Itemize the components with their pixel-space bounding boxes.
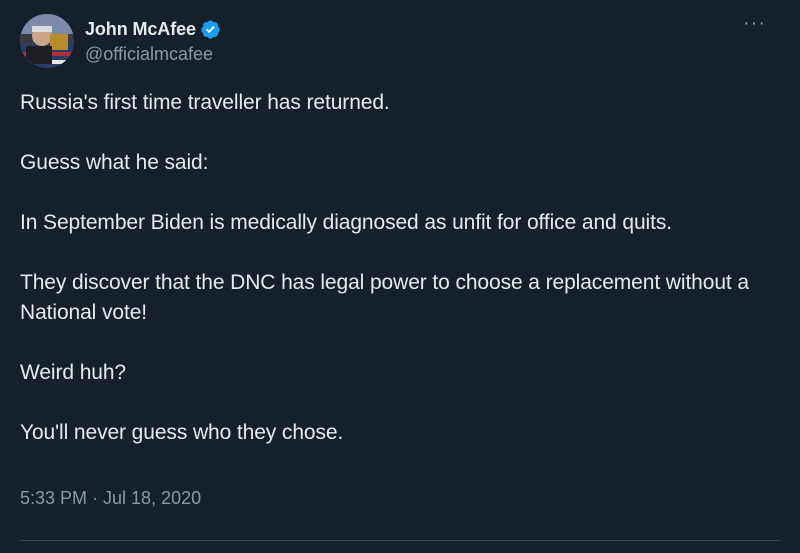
- tweet-paragraph: Weird huh?: [20, 361, 127, 384]
- avatar[interactable]: [20, 14, 74, 68]
- tweet-paragraph: They discover that the DNC has legal pow…: [20, 271, 749, 324]
- more-options-icon[interactable]: ···: [743, 13, 766, 33]
- tweet-body: Russia's first time traveller has return…: [20, 88, 780, 448]
- tweet-timestamp[interactable]: 5:33 PM · Jul 18, 2020: [20, 488, 201, 509]
- tweet-paragraph: Russia's first time traveller has return…: [20, 91, 390, 114]
- author-display-name[interactable]: John McAfee: [85, 19, 196, 40]
- tweet-header: John McAfee @officialmcafee: [20, 14, 221, 68]
- verified-badge-icon: [200, 19, 221, 40]
- tweet-paragraph: You'll never guess who they chose.: [20, 421, 344, 444]
- tweet-paragraph: Guess what he said:: [20, 151, 209, 174]
- avatar-image: [20, 14, 74, 68]
- name-row: John McAfee: [85, 18, 221, 42]
- tweet-card: John McAfee @officialmcafee ··· Russia's…: [0, 0, 800, 553]
- divider: [20, 540, 780, 541]
- author-names: John McAfee @officialmcafee: [85, 18, 221, 65]
- tweet-paragraph: In September Biden is medically diagnose…: [20, 211, 672, 234]
- author-handle[interactable]: @officialmcafee: [85, 44, 221, 65]
